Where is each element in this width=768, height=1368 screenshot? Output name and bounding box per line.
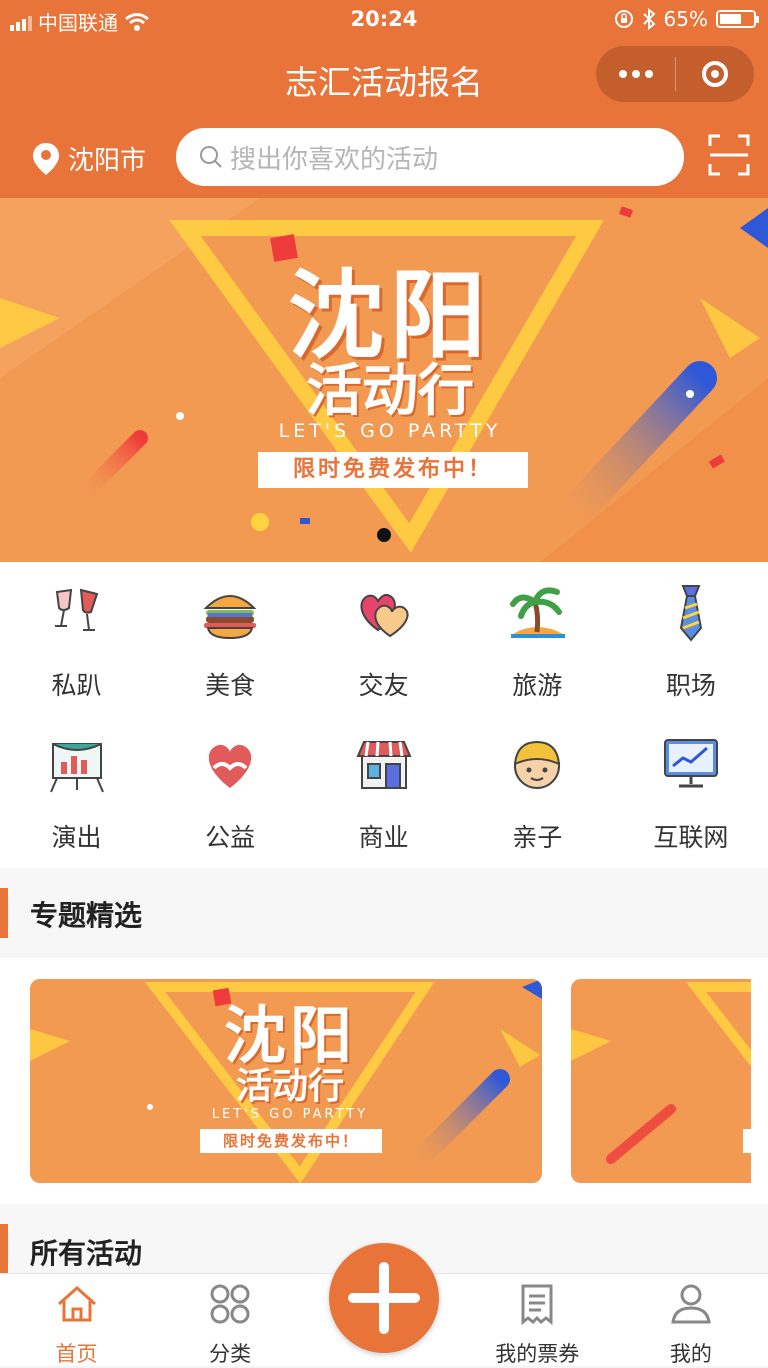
category-label: 演出 bbox=[51, 823, 102, 852]
carousel-indicator[interactable] bbox=[377, 528, 391, 542]
battery-icon bbox=[716, 10, 759, 28]
featured-card[interactable]: 沈阳 活动行 LET'S GO PARTTY 限时免费发布中！ bbox=[30, 979, 542, 1183]
category-item[interactable]: 职场 bbox=[614, 582, 767, 702]
home-icon bbox=[57, 1285, 96, 1322]
tie-icon bbox=[679, 585, 702, 642]
target-icon bbox=[702, 61, 728, 87]
monitor-chart-icon bbox=[663, 739, 718, 788]
category-label: 职场 bbox=[665, 671, 716, 700]
bluetooth-icon bbox=[642, 8, 656, 30]
city-label: 沈阳市 bbox=[68, 146, 147, 176]
tab-label: 首页 bbox=[55, 1342, 98, 1366]
lock-rotation-icon bbox=[614, 10, 633, 28]
section-accent-bar bbox=[0, 888, 8, 938]
section-featured: 专题精选 bbox=[0, 868, 768, 958]
section-all-title: 所有活动 bbox=[30, 1237, 143, 1270]
battery-label: 65% bbox=[663, 7, 708, 31]
search-placeholder: 搜出你喜欢的活动 bbox=[230, 144, 439, 175]
plus-icon bbox=[348, 1262, 420, 1334]
category-label: 美食 bbox=[205, 671, 256, 700]
palm-tree-icon bbox=[510, 587, 566, 638]
city-selector[interactable]: 沈阳市 bbox=[32, 140, 146, 177]
nav-bar: 志汇活动报名 bbox=[0, 40, 768, 116]
category-grid: 私趴 美食 交友 旅游 职场演出 公益 商业 亲子 互联网 bbox=[0, 562, 768, 868]
category-label: 商业 bbox=[358, 823, 409, 852]
section-accent-bar bbox=[0, 1224, 8, 1274]
category-item[interactable]: 交友 bbox=[307, 582, 460, 702]
category-item[interactable]: 私趴 bbox=[0, 582, 153, 702]
ticket-icon bbox=[521, 1284, 553, 1326]
banner-subtitle-en: LET'S GO PARTTY bbox=[278, 420, 502, 442]
category-item[interactable]: 旅游 bbox=[461, 582, 614, 702]
category-label: 旅游 bbox=[512, 671, 563, 700]
tab-label: 我的 bbox=[669, 1342, 712, 1366]
featured-card-art bbox=[571, 979, 751, 1183]
featured-card[interactable] bbox=[571, 979, 751, 1183]
category-label: 私趴 bbox=[51, 671, 102, 700]
tab-item[interactable]: 我的 bbox=[614, 1282, 767, 1368]
category-item[interactable]: 互联网 bbox=[614, 734, 767, 854]
tab-item[interactable]: 分类 bbox=[154, 1282, 307, 1368]
section-featured-title: 专题精选 bbox=[30, 899, 143, 932]
status-right: 65% bbox=[614, 7, 759, 31]
search-icon bbox=[200, 146, 222, 168]
charity-heart-icon bbox=[208, 744, 252, 788]
tab-label: 分类 bbox=[209, 1342, 252, 1366]
category-label: 互联网 bbox=[653, 823, 729, 852]
scan-icon[interactable] bbox=[708, 134, 750, 176]
category-item[interactable]: 美食 bbox=[154, 582, 307, 702]
search-input[interactable]: 搜出你喜欢的活动 bbox=[176, 128, 684, 186]
featured-carousel: 沈阳 活动行 LET'S GO PARTTY 限时免费发布中！ bbox=[0, 958, 768, 1204]
category-item[interactable]: 演出 bbox=[0, 734, 153, 854]
create-activity-button[interactable] bbox=[329, 1243, 439, 1353]
stage-icon bbox=[49, 743, 104, 793]
banner-subtitle-cn: 活动行 bbox=[306, 359, 474, 424]
category-item[interactable]: 亲子 bbox=[461, 734, 614, 854]
tab-item[interactable]: 我的票券 bbox=[461, 1282, 614, 1368]
hearts-icon bbox=[360, 593, 409, 638]
tab-item[interactable]: 首页 bbox=[0, 1282, 153, 1368]
kid-face-icon bbox=[514, 740, 561, 789]
user-icon bbox=[671, 1284, 711, 1324]
close-button[interactable] bbox=[676, 61, 754, 87]
shop-icon bbox=[356, 741, 412, 789]
category-label: 交友 bbox=[358, 671, 409, 700]
category-item[interactable]: 公益 bbox=[154, 734, 307, 854]
location-pin-icon bbox=[33, 142, 59, 175]
burger-icon bbox=[203, 595, 257, 640]
featured-card-subtitle: 活动行 bbox=[235, 1066, 344, 1107]
grid-icon bbox=[210, 1284, 250, 1324]
more-button[interactable] bbox=[596, 70, 675, 78]
featured-card-tag: 限时免费发布中！ bbox=[200, 1129, 382, 1153]
category-item[interactable]: 商业 bbox=[307, 734, 460, 854]
promo-banner[interactable]: 沈阳 活动行 LET'S GO PARTTY 限时免费发布中！ bbox=[0, 198, 768, 562]
miniprogram-capsule bbox=[596, 46, 754, 102]
featured-card-en: LET'S GO PARTTY bbox=[211, 1107, 369, 1122]
wine-glasses-icon bbox=[54, 588, 98, 631]
category-label: 公益 bbox=[205, 823, 256, 852]
search-row: 沈阳市 搜出你喜欢的活动 bbox=[0, 116, 768, 198]
status-bar: 中国联通 20:24 65% bbox=[0, 0, 768, 40]
banner-tag: 限时免费发布中！ bbox=[258, 452, 528, 488]
category-label: 亲子 bbox=[512, 823, 563, 852]
tab-label: 我的票券 bbox=[495, 1342, 580, 1366]
